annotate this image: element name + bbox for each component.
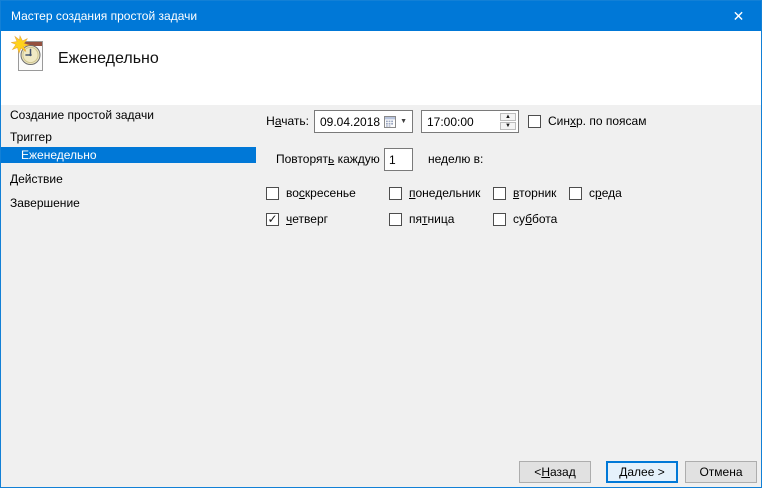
sync-timezone-checkbox[interactable]: Синхр. по поясам [528,113,646,129]
checkbox[interactable] [569,186,582,200]
checkbox[interactable] [389,186,402,200]
checkbox[interactable]: ✓ [266,212,279,226]
weekday-friday[interactable]: пятница [389,211,454,227]
checkbox-label: четверг [286,212,329,226]
calendar-icon [384,115,397,128]
next-button[interactable]: Далее > [606,461,678,483]
dropdown-arrow-icon[interactable]: ▼ [396,118,412,125]
sidebar-item-weekly: Еженедельно [1,147,256,163]
repeat-interval-input[interactable] [384,148,413,171]
date-value: 09.04.2018 [320,114,381,129]
weekday-sunday[interactable]: воскресенье [266,185,356,201]
weekday-thursday[interactable]: ✓ четверг [266,211,328,227]
checkbox-label: вторник [513,186,557,200]
start-label: Начать: [266,114,309,128]
sidebar-item-trigger: Триггер [10,130,52,144]
checkbox-label: суббота [513,212,558,226]
titlebar: Мастер создания простой задачи ✕ [1,1,761,31]
date-picker[interactable]: 09.04.2018 ▼ [314,110,413,133]
weekday-tuesday[interactable]: вторник [493,185,556,201]
spinner-up-button[interactable]: ▲ [500,113,516,121]
weekday-wednesday[interactable]: среда [569,185,622,201]
repeat-label: Повторять каждую [276,152,380,166]
checkbox-label: Синхр. по поясам [548,114,647,128]
checkbox-label: пятница [409,212,455,226]
spinner-down-button[interactable]: ▼ [500,122,516,130]
weekday-saturday[interactable]: суббота [493,211,557,227]
time-field[interactable]: 17:00:00 ▲ ▼ [421,110,519,133]
wizard-header: Еженедельно [1,31,761,105]
checkbox[interactable] [493,186,506,200]
checkbox[interactable] [528,114,541,128]
checkbox[interactable] [389,212,402,226]
back-button[interactable]: < Назад [519,461,591,483]
sidebar-item-create-task: Создание простой задачи [10,108,154,122]
checkbox-label: понедельник [409,186,481,200]
checkbox[interactable] [493,212,506,226]
cancel-button[interactable]: Отмена [685,461,757,483]
checkbox-label: воскресенье [286,186,356,200]
sidebar-item-finish: Завершение [10,196,80,210]
checkbox-label: среда [589,186,622,200]
sidebar-item-action: Действие [10,172,63,186]
close-button[interactable]: ✕ [716,1,761,31]
weekday-monday[interactable]: понедельник [389,185,480,201]
window-title: Мастер создания простой задачи [11,9,198,23]
page-title: Еженедельно [58,50,159,67]
time-spinner: ▲ ▼ [500,113,516,130]
close-icon: ✕ [732,7,745,24]
wizard-window: Мастер создания простой задачи ✕ Еженеде… [0,0,762,488]
repeat-suffix-label: неделю в: [428,152,484,166]
checkbox[interactable] [266,186,279,200]
task-scheduler-wizard-icon [10,34,49,78]
